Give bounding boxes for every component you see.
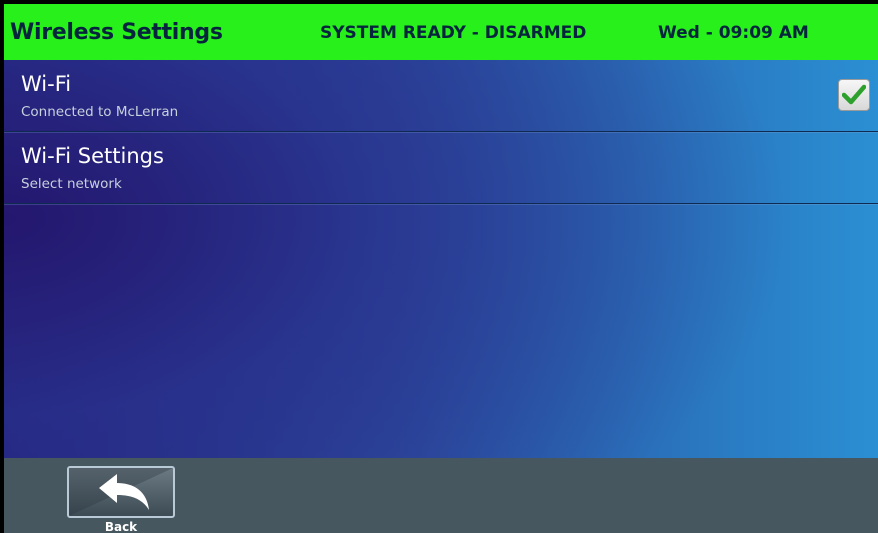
wifi-label: Wi-Fi xyxy=(21,72,72,96)
wifi-toggle-row[interactable]: Wi-Fi Connected to McLerran xyxy=(4,60,878,132)
wifi-settings-row[interactable]: Wi-Fi Settings Select network xyxy=(4,132,878,204)
wifi-checkbox[interactable] xyxy=(838,79,870,111)
wifi-settings-label: Wi-Fi Settings xyxy=(21,144,164,168)
back-label: Back xyxy=(104,520,138,533)
bottom-bar: Back xyxy=(4,458,878,533)
back-button[interactable] xyxy=(67,466,175,518)
clock: Wed - 09:09 AM xyxy=(658,23,809,43)
system-status: SYSTEM READY - DISARMED xyxy=(320,23,587,43)
wifi-connection-status: Connected to McLerran xyxy=(21,104,179,120)
checkmark-icon xyxy=(842,84,866,105)
back-arrow-icon xyxy=(69,468,173,516)
settings-list: Wi-Fi Connected to McLerran Wi-Fi Settin… xyxy=(4,60,878,458)
wifi-settings-sublabel: Select network xyxy=(21,176,122,192)
status-header: Wireless Settings SYSTEM READY - DISARME… xyxy=(4,4,878,60)
page-title: Wireless Settings xyxy=(10,20,223,45)
screen: Wireless Settings SYSTEM READY - DISARME… xyxy=(0,0,878,533)
